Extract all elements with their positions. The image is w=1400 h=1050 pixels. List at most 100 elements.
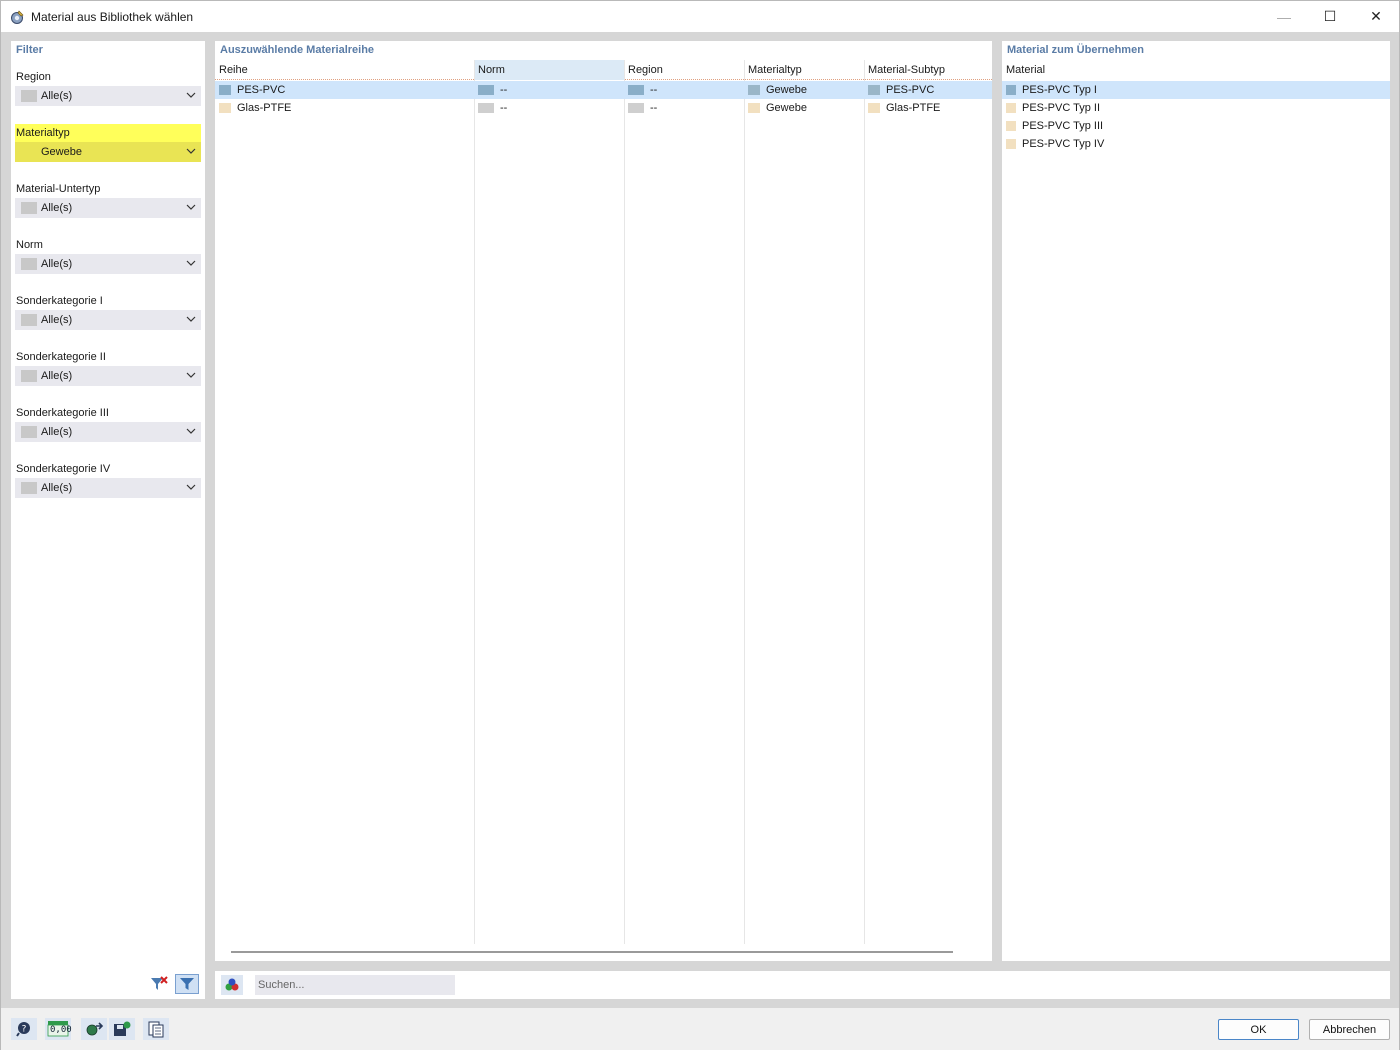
cancel-button[interactable]: Abbrechen: [1309, 1019, 1390, 1040]
units-button[interactable]: 0,00: [45, 1018, 72, 1040]
material-name: PES-PVC Typ I: [1022, 84, 1097, 96]
list-item[interactable]: PES-PVC Typ II: [1002, 99, 1390, 117]
cell-text: Gewebe: [766, 102, 807, 114]
select-value: Alle(s): [41, 202, 73, 214]
help-button[interactable]: ?: [11, 1018, 37, 1040]
clear-filter-button[interactable]: [147, 974, 171, 994]
save-material-button[interactable]: [109, 1018, 135, 1040]
library-button[interactable]: [143, 1018, 169, 1040]
column-divider: [864, 60, 865, 944]
filter-label: Region: [16, 71, 51, 83]
region-select[interactable]: Alle(s): [15, 86, 201, 106]
color-swatch: [478, 85, 494, 95]
color-swatch: [219, 103, 231, 113]
column-header-materialtyp[interactable]: Materialtyp: [744, 60, 864, 80]
chevron-down-icon: [186, 316, 196, 322]
color-swatch: [868, 103, 880, 113]
color-swatch: [21, 90, 37, 102]
minimize-button[interactable]: —: [1261, 1, 1307, 32]
filter-region: Region Alle(s): [15, 68, 201, 106]
color-swatch: [478, 103, 494, 113]
cell-reihe: PES-PVC: [215, 81, 285, 99]
select-value: Alle(s): [41, 314, 73, 326]
cell-text: --: [650, 84, 658, 96]
color-legend-icon: [225, 978, 239, 991]
list-item[interactable]: PES-PVC Typ IV: [1002, 135, 1390, 153]
color-swatch: [748, 103, 760, 113]
search-input[interactable]: [255, 975, 455, 995]
chevron-down-icon: [186, 372, 196, 378]
color-swatch: [628, 103, 644, 113]
ok-button[interactable]: OK: [1218, 1019, 1299, 1040]
column-header-subtyp[interactable]: Material-Subtyp: [864, 60, 992, 80]
cell-text: Glas-PTFE: [237, 102, 292, 114]
series-grid-header: Reihe Norm Region Materialtyp Material-S…: [215, 60, 992, 80]
column-divider: [624, 60, 625, 944]
maximize-button[interactable]: ☐: [1307, 1, 1353, 32]
select-value: Alle(s): [41, 426, 73, 438]
cell-norm: --: [474, 99, 507, 117]
color-swatch: [868, 85, 880, 95]
filter-label: Sonderkategorie I: [16, 295, 103, 307]
color-swatch: [1006, 121, 1016, 131]
filter-label: Sonderkategorie II: [16, 351, 106, 363]
material-panel: Material zum Übernehmen Material PES-PVC…: [1002, 41, 1390, 961]
materialtyp-select[interactable]: Gewebe: [15, 142, 201, 162]
bottom-bar: ? 0,00 OK Abbrechen: [1, 1008, 1399, 1050]
library-icon: [148, 1021, 164, 1038]
filter-sonderkategorie-3: Sonderkategorie III Alle(s): [15, 404, 201, 442]
cell-text: Glas-PTFE: [886, 102, 941, 114]
close-button[interactable]: ✕: [1353, 1, 1399, 32]
sonderkategorie-3-select[interactable]: Alle(s): [15, 422, 201, 442]
cell-reihe: Glas-PTFE: [215, 99, 291, 117]
horizontal-scrollbar[interactable]: [231, 951, 953, 953]
search-bar: [215, 971, 1390, 999]
filter-materialtyp: Materialtyp Gewebe: [15, 124, 201, 162]
filter-label: Material-Untertyp: [16, 183, 101, 195]
apply-filter-button[interactable]: [175, 974, 199, 994]
sonderkategorie-4-select[interactable]: Alle(s): [15, 478, 201, 498]
norm-select[interactable]: Alle(s): [15, 254, 201, 274]
material-name: PES-PVC Typ III: [1022, 120, 1104, 132]
filter-sonderkategorie-2: Sonderkategorie II Alle(s): [15, 348, 201, 386]
table-row[interactable]: Glas-PTFE -- -- Gewebe Glas-PTFE: [215, 99, 992, 117]
column-header-reihe[interactable]: Reihe: [215, 60, 474, 80]
color-swatch: [21, 426, 37, 438]
import-material-icon: [86, 1022, 104, 1036]
material-untertyp-select[interactable]: Alle(s): [15, 198, 201, 218]
list-item[interactable]: PES-PVC Typ I: [1002, 81, 1390, 99]
app-icon: [11, 9, 24, 24]
units-label: 0,00: [50, 1025, 72, 1035]
column-header-norm[interactable]: Norm: [474, 60, 624, 80]
color-swatch: [21, 482, 37, 494]
chevron-down-icon: [186, 428, 196, 434]
color-swatch: [21, 202, 37, 214]
chevron-down-icon: [186, 148, 196, 154]
chevron-down-icon: [186, 260, 196, 266]
color-swatch: [21, 370, 37, 382]
cell-subtyp: Glas-PTFE: [864, 99, 940, 117]
color-swatch: [1006, 139, 1016, 149]
color-swatch: [21, 146, 37, 158]
import-material-button[interactable]: [81, 1018, 107, 1040]
color-swatch: [628, 85, 644, 95]
column-header-material[interactable]: Material: [1002, 60, 1390, 80]
chevron-down-icon: [186, 204, 196, 210]
cell-materialtyp: Gewebe: [744, 99, 807, 117]
table-row[interactable]: PES-PVC -- -- Gewebe PES-PVC: [215, 81, 992, 99]
sonderkategorie-2-select[interactable]: Alle(s): [15, 366, 201, 386]
cell-text: PES-PVC: [886, 84, 935, 96]
cell-text: --: [650, 102, 658, 114]
column-divider: [744, 60, 745, 944]
sonderkategorie-1-select[interactable]: Alle(s): [15, 310, 201, 330]
color-legend-button[interactable]: [221, 975, 243, 995]
chevron-down-icon: [186, 484, 196, 490]
column-header-region[interactable]: Region: [624, 60, 744, 80]
color-swatch: [21, 314, 37, 326]
list-item[interactable]: PES-PVC Typ III: [1002, 117, 1390, 135]
cell-norm: --: [474, 81, 507, 99]
select-value: Alle(s): [41, 258, 73, 270]
select-value: Gewebe: [41, 146, 82, 158]
filter-panel: Filter Region Alle(s) Materialtyp Gewebe: [11, 41, 205, 999]
dialog-content: Filter Region Alle(s) Materialtyp Gewebe: [1, 32, 1399, 1008]
